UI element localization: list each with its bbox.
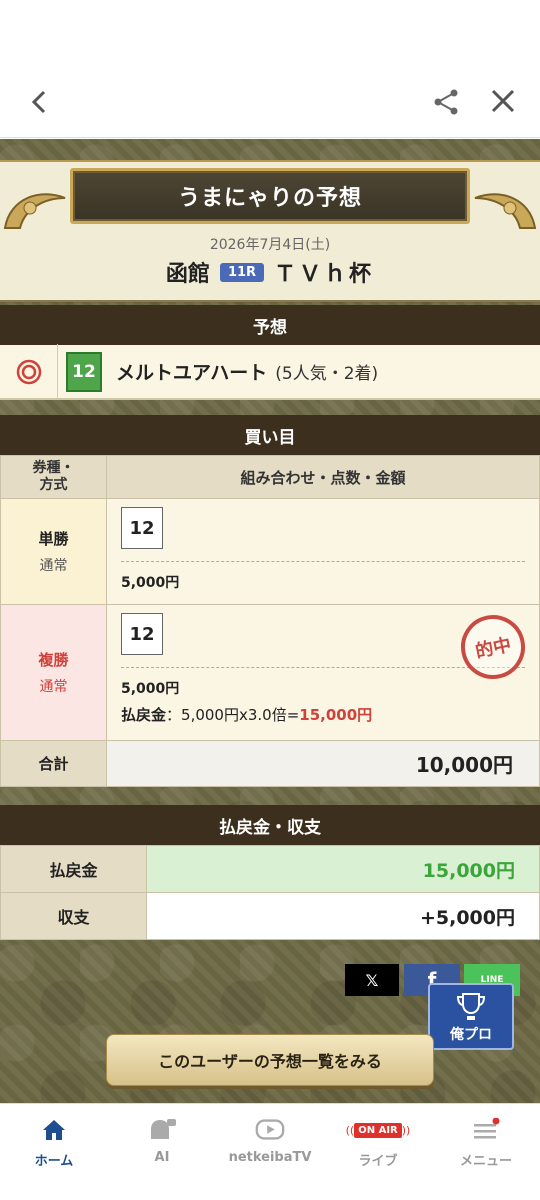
balance-value: +5,000円 [146, 892, 540, 940]
ai-brain-icon [146, 1116, 178, 1144]
on-air-icon: (( ON AIR )) [343, 1116, 413, 1144]
balance-label: 収支 [0, 892, 147, 940]
bet-type: 単勝 [38, 530, 69, 548]
nav-label: ライブ [358, 1154, 398, 1169]
broadcast-right-icon: )) [401, 1123, 411, 1137]
close-icon[interactable] [490, 88, 516, 114]
nav-netkeibatv[interactable]: netkeibaTV [216, 1104, 324, 1200]
bet-combo-cell: 12 5,000円 [106, 498, 540, 605]
home-icon [38, 1116, 70, 1144]
divider [121, 667, 525, 668]
payout-label: 払戻金 [121, 706, 167, 724]
bet-type-cell: 単勝 通常 [0, 498, 107, 605]
share-icon[interactable] [432, 88, 460, 116]
bottom-nav: ホーム AI netkeibaTV (( ON AIR )) ライブ メニュー [0, 1103, 540, 1200]
payout-total-label: 払戻金 [0, 845, 147, 893]
bet-number-box: 12 [121, 613, 163, 655]
payout-value: 15,000円 [299, 706, 373, 724]
nav-label: メニュー [459, 1154, 512, 1169]
nav-label: ホーム [34, 1154, 74, 1169]
race-name: ＴＶｈ杯 [274, 262, 375, 287]
payout-total-value: 15,000円 [146, 845, 540, 893]
payout-calc: 5,000円x3.0倍= [181, 706, 300, 724]
divider [121, 561, 525, 562]
prediction-row: 12 メルトユアハート (5人気・2着) [0, 344, 540, 400]
orepro-label: 俺プロ [450, 1027, 492, 1043]
summary-table: 払戻金 15,000円 収支 +5,000円 [0, 845, 540, 940]
bet-type-cell: 複勝 通常 [0, 604, 107, 741]
ornament-right-icon [474, 193, 537, 229]
nav-home[interactable]: ホーム [0, 1104, 108, 1200]
bet-method: 通常 [39, 679, 68, 695]
broadcast-left-icon: (( [345, 1123, 355, 1137]
total-value: 10,000円 [106, 740, 540, 787]
horse-number-badge: 12 [66, 351, 102, 392]
orepro-button[interactable]: 俺プロ [428, 983, 514, 1050]
summary-section-header: 払戻金・収支 [0, 805, 540, 845]
payout-line: 払戻金：5,000円x3.0倍=15,000円 [121, 706, 373, 724]
nav-ai[interactable]: AI [108, 1104, 216, 1200]
play-tv-icon [254, 1116, 286, 1144]
race-number-badge: 11R [219, 262, 265, 282]
app-top-bar [0, 0, 540, 138]
nav-label: netkeibaTV [228, 1150, 312, 1165]
col-header-type: 券種・ 方式 [0, 455, 107, 499]
total-label: 合計 [0, 740, 107, 787]
trophy-icon [456, 993, 486, 1020]
share-x-button[interactable]: 𝕏 [345, 964, 399, 996]
menu-icon [470, 1116, 502, 1144]
table-row: 払戻金 15,000円 [0, 845, 540, 893]
total-row: 合計 10,000円 [0, 740, 540, 787]
nav-live[interactable]: (( ON AIR )) ライブ [324, 1104, 432, 1200]
prediction-section-header: 予想 [0, 305, 540, 345]
bet-number-box: 12 [121, 507, 163, 549]
bet-method: 通常 [39, 558, 68, 574]
race-venue: 函館 [165, 262, 210, 287]
page-title: うまにゃりの予想 [177, 186, 362, 211]
nav-menu[interactable]: メニュー [432, 1104, 540, 1200]
bet-combo-cell: 12 的中 5,000円 払戻金：5,000円x3.0倍=15,000円 [106, 604, 540, 741]
page-title-banner: うまにゃりの予想 [70, 168, 470, 224]
bets-section-header: 買い目 [0, 415, 540, 455]
col-header-combo: 組み合わせ・点数・金額 [106, 455, 540, 499]
table-row: 収支 +5,000円 [0, 892, 540, 940]
table-row: 単勝 通常 12 5,000円 [0, 498, 540, 605]
on-air-badge: ON AIR [354, 1122, 402, 1138]
bet-amount: 5,000円 [121, 575, 180, 591]
table-row: 複勝 通常 12 的中 5,000円 払戻金：5,000円x3.0倍=15,00… [0, 604, 540, 741]
bets-table: 券種・ 方式 組み合わせ・点数・金額 単勝 通常 12 5,000円 複勝 通常 … [0, 455, 540, 787]
back-arrow-icon[interactable] [26, 88, 54, 116]
race-line: 函館 11R ＴＶｈ杯 [0, 256, 540, 288]
view-user-predictions-button[interactable]: このユーザーの予想一覧をみる [106, 1034, 434, 1086]
honmei-mark-icon [0, 344, 58, 399]
ornament-left-icon [3, 193, 66, 229]
popularity-result: (5人気・2着) [275, 364, 379, 384]
bet-amount: 5,000円 [121, 681, 180, 697]
horse-name[interactable]: メルトユアハート [116, 358, 267, 385]
nav-label: AI [154, 1150, 170, 1165]
hit-stamp: 的中 [455, 609, 531, 685]
bet-type: 複勝 [38, 651, 69, 669]
race-date: 2026年7月4日(土) [209, 237, 331, 253]
